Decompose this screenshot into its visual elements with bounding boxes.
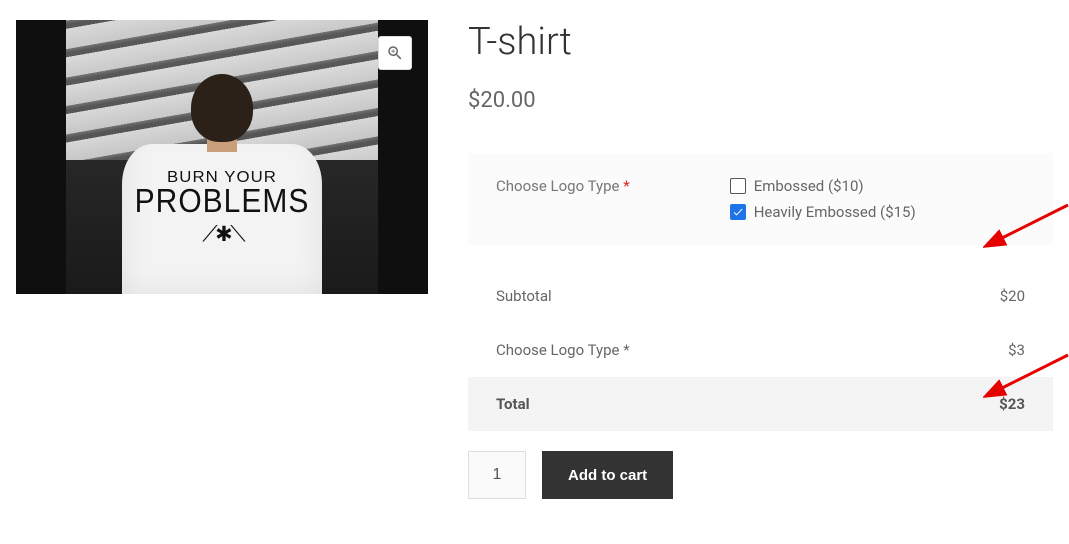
option-label: Choose Logo Type *: [496, 177, 630, 221]
choice-embossed[interactable]: Embossed ($10): [730, 177, 916, 195]
option-cost-value: $3: [1008, 341, 1025, 359]
product-image[interactable]: BURN YOUR PROBLEMS ⟋ ✱ ⟍: [16, 20, 428, 294]
option-cost-row: Choose Logo Type * $3: [468, 323, 1053, 377]
add-to-cart-button[interactable]: Add to cart: [542, 451, 673, 499]
quantity-input[interactable]: [468, 451, 526, 499]
product-summary: T-shirt $20.00 Choose Logo Type * Emboss…: [468, 20, 1053, 499]
option-cost-label: Choose Logo Type *: [496, 341, 630, 359]
total-label: Total: [496, 395, 530, 413]
logo-type-option: Choose Logo Type * Embossed ($10) Heavil…: [468, 153, 1053, 245]
choice-heavily-embossed[interactable]: Heavily Embossed ($15): [730, 203, 916, 221]
subtotal-row: Subtotal $20: [468, 269, 1053, 323]
total-value: $23: [999, 395, 1025, 413]
subtotal-value: $20: [1000, 287, 1025, 305]
choice-label: Heavily Embossed ($15): [754, 203, 916, 221]
price-breakdown: Subtotal $20 Choose Logo Type * $3 Total…: [468, 269, 1053, 431]
product-title: T-shirt: [468, 20, 1053, 64]
zoom-in-icon[interactable]: [378, 36, 412, 70]
shirt-graphic: ⟋ ✱ ⟍: [122, 221, 322, 247]
shirt-print-line2: PROBLEMS: [122, 186, 322, 219]
checkbox-embossed[interactable]: [730, 178, 746, 194]
add-to-cart-row: Add to cart: [468, 451, 1053, 499]
checkbox-heavily-embossed[interactable]: [730, 204, 746, 220]
choice-label: Embossed ($10): [754, 177, 864, 195]
product-gallery: BURN YOUR PROBLEMS ⟋ ✱ ⟍: [16, 20, 428, 499]
option-label-text: Choose Logo Type: [496, 177, 620, 195]
product-price: $20.00: [468, 88, 1053, 113]
subtotal-label: Subtotal: [496, 287, 552, 305]
option-choices: Embossed ($10) Heavily Embossed ($15): [730, 177, 916, 221]
total-row: Total $23: [468, 377, 1053, 431]
product-page: BURN YOUR PROBLEMS ⟋ ✱ ⟍ T-shirt $20.00 …: [16, 20, 1053, 499]
required-mark: *: [623, 177, 629, 195]
